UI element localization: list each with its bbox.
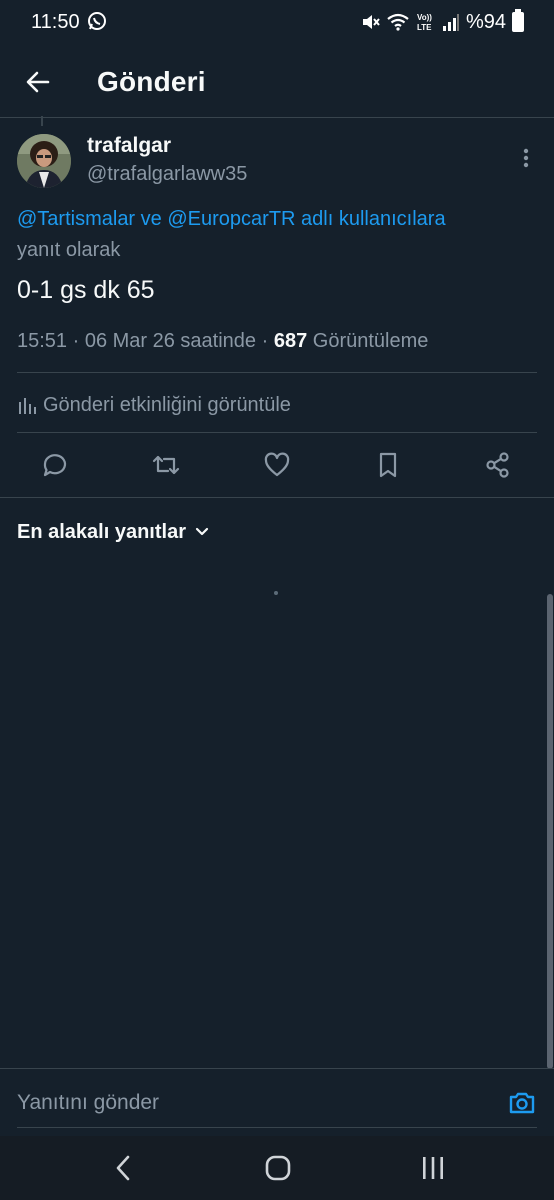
camera-icon[interactable] (507, 1088, 537, 1118)
reply-button[interactable] (39, 449, 71, 481)
chevron-down-icon (195, 527, 209, 536)
reply-context: @Tartismalar ve @EuropcarTR adlı kullanı… (17, 204, 537, 266)
nav-home-icon[interactable] (265, 1155, 291, 1181)
status-time: 11:50 (31, 11, 80, 33)
display-name[interactable]: trafalgar (87, 134, 171, 158)
actions-divider (0, 497, 554, 498)
mention-link[interactable]: @EuropcarTR (167, 208, 295, 230)
status-bar: 11:50 Vo)) LTE %94 (0, 0, 554, 46)
volte-icon: Vo)) LTE (417, 13, 432, 32)
reply-input-underline (17, 1127, 537, 1128)
replies-sort-label: En alakalı yanıtlar (17, 520, 186, 543)
post-timestamp[interactable]: 15:51 · 06 Mar 26 saatinde · (17, 330, 274, 352)
avatar[interactable] (17, 134, 71, 188)
like-icon (264, 452, 290, 477)
views-count: 687 (273, 330, 308, 352)
nav-recent-apps-icon[interactable] (421, 1155, 445, 1181)
reply-connector: ve (135, 208, 168, 230)
arrow-left-icon[interactable] (20, 64, 56, 100)
system-navigation-bar (0, 1136, 554, 1200)
share-icon (486, 452, 509, 478)
post-activity-label: Gönderi etkinliğini görüntüle (43, 393, 291, 416)
repost-button[interactable] (150, 449, 182, 481)
mention-link[interactable]: @Tartismalar (17, 208, 135, 230)
bookmark-button[interactable] (372, 449, 404, 481)
wifi-icon (387, 13, 409, 31)
nav-back-icon[interactable] (111, 1153, 135, 1183)
analytics-icon (19, 398, 36, 414)
mute-icon (362, 15, 380, 29)
svg-text:LTE: LTE (417, 23, 432, 32)
avatar-image (17, 134, 71, 188)
views-label: Görüntüleme (307, 330, 429, 352)
battery-icon (512, 9, 524, 32)
bookmark-icon (379, 452, 397, 478)
repost-icon (152, 455, 180, 475)
reply-icon (43, 454, 67, 477)
meta-divider (17, 372, 537, 373)
reply-input[interactable]: Yanıtını gönder (17, 1091, 159, 1115)
more-options-icon[interactable] (516, 146, 536, 170)
share-button[interactable] (482, 449, 514, 481)
reply-composer: Yanıtını gönder (0, 1068, 554, 1137)
post-meta: 15:51 · 06 Mar 26 saatinde · 687 Görüntü… (17, 330, 428, 353)
svg-text:Vo)): Vo)) (417, 13, 432, 22)
page-title: Gönderi (97, 66, 206, 97)
status-icons: Vo)) LTE %94 (360, 9, 524, 34)
reply-context-label: yanıt olarak (17, 239, 121, 261)
post-activity-link[interactable]: Gönderi etkinliğini görüntüle (17, 390, 291, 420)
user-handle[interactable]: @trafalgarlaww35 (87, 163, 247, 186)
reply-suffix: adlı kullanıcılara (295, 208, 446, 230)
whatsapp-icon (88, 12, 106, 30)
scrollbar[interactable] (547, 594, 553, 1069)
like-button[interactable] (261, 449, 293, 481)
signal-icon (442, 14, 459, 31)
loading-indicator (274, 591, 278, 595)
post-actions (0, 433, 554, 497)
header-divider (0, 117, 554, 118)
replies-sort-dropdown[interactable]: En alakalı yanıtlar (17, 519, 210, 545)
post-text: 0-1 gs dk 65 (17, 276, 155, 304)
battery-percent: %94 (465, 10, 506, 33)
top-app-bar: Gönderi (0, 46, 554, 118)
